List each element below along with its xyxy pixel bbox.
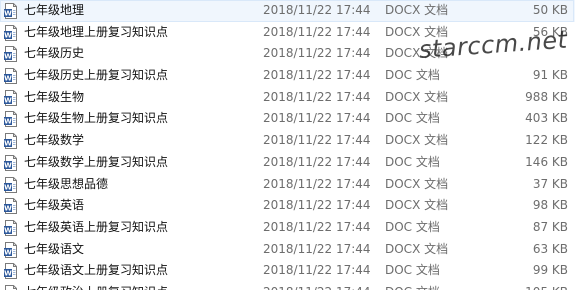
file-name: 七年级地理 [24,3,85,17]
svg-text:W: W [4,226,12,234]
file-size: 99 KB [532,263,568,278]
file-name: 七年级数学 [24,133,85,148]
word-document-icon: W [4,111,18,128]
file-row[interactable]: W 七年级地理 2018/11/22 17:44 DOCX 文档 50 KB [0,0,575,22]
file-name: 七年级语文 [24,241,85,256]
svg-text:W: W [4,118,12,126]
file-name: 七年级思想品德 [24,176,109,191]
word-document-icon: W [4,89,18,106]
file-name: 七年级生物 [24,89,85,104]
file-type: DOCX 文档 [385,46,449,61]
file-modified-date: 2018/11/22 17:44 [263,198,371,213]
svg-text:W: W [4,205,12,213]
svg-text:W: W [4,96,12,104]
file-type: DOCX 文档 [385,24,449,39]
file-type: DOCX 文档 [385,198,449,213]
file-modified-date: 2018/11/22 17:44 [263,46,371,61]
file-size: 122 KB [525,133,568,148]
file-type: DOC 文档 [385,111,440,126]
file-size: 98 KB [532,198,568,213]
file-name: 七年级英语 [24,198,85,213]
file-modified-date: 2018/11/22 17:44 [263,133,371,148]
file-type: DOC 文档 [385,219,440,234]
file-type: DOC 文档 [385,263,440,278]
file-modified-date: 2018/11/22 17:44 [263,89,371,104]
file-name: 七年级数学上册复习知识点 [24,154,169,169]
file-size [480,43,568,65]
file-name: 七年级语文上册复习知识点 [24,263,169,278]
file-type: DOCX 文档 [385,176,449,191]
file-modified-date: 2018/11/22 17:44 [263,263,371,278]
svg-text:W: W [4,248,12,256]
svg-text:W: W [4,31,12,39]
file-row[interactable]: W 七年级英语 2018/11/22 17:44 DOCX 文档 98 KB [0,195,575,217]
file-type: DOC 文档 [385,68,440,83]
svg-text:W: W [4,75,12,83]
file-modified-date: 2018/11/22 17:44 [263,111,371,126]
file-size: 63 KB [532,241,568,256]
file-size: 988 KB [525,89,568,104]
svg-text:W: W [4,53,12,61]
file-list: W 七年级地理 2018/11/22 17:44 DOCX 文档 50 KB W 七年级地理… [0,0,575,290]
file-modified-date: 2018/11/22 17:44 [263,219,371,234]
file-size: 403 KB [525,111,568,126]
file-row[interactable]: W 七年级地理上册复习知识点 2018/11/22 17:44 DOCX 文档 56 K… [0,22,575,44]
file-row[interactable]: W 七年级语文上册复习知识点 2018/11/22 17:44 DOC 文档 99 KB [0,260,575,282]
file-modified-date: 2018/11/22 17:44 [263,241,371,256]
file-row[interactable]: W 七年级数学 2018/11/22 17:44 DOCX 文档 122 KB [0,130,575,152]
file-row[interactable]: W 七年级英语上册复习知识点 2018/11/22 17:44 DOC 文档 87 KB [0,217,575,239]
file-size: 105 KB [480,282,568,290]
word-document-icon: W [4,241,18,258]
file-row[interactable]: W 七年级数学上册复习知识点 2018/11/22 17:44 DOC 文档 146 K… [0,152,575,174]
word-document-icon: W [4,24,18,41]
file-name: 七年级地理上册复习知识点 [24,24,169,39]
svg-text:W: W [4,10,12,18]
word-document-icon: W [4,3,18,19]
word-document-icon: W [4,176,18,193]
file-type: DOCX 文档 [385,3,449,17]
word-document-icon: W [4,154,18,171]
file-modified-date: 2018/11/22 17:44 [263,176,371,191]
file-modified-date: 2018/11/22 17:44 [263,154,371,169]
file-modified-date: 2018/11/22 17:44 [263,282,378,290]
file-modified-date: 2018/11/22 17:44 [263,24,371,39]
file-name: 七年级英语上册复习知识点 [24,219,169,234]
file-row[interactable]: W 七年级历史上册复习知识点 2018/11/22 17:44 DOC 文档 91 KB [0,65,575,87]
word-document-icon: W [4,263,18,280]
file-type: DOC 文档 [385,154,440,169]
file-modified-date: 2018/11/22 17:44 [263,68,371,83]
file-name: 七年级历史 [24,46,85,61]
file-size: 91 KB [532,68,568,83]
word-document-icon: W [4,68,18,85]
file-row[interactable]: W 七年级语文 2018/11/22 17:44 DOCX 文档 63 KB [0,239,575,261]
word-document-icon: W [4,133,18,150]
file-row[interactable]: W 七年级思想品德 2018/11/22 17:44 DOCX 文档 37 KB [0,174,575,196]
file-size: 87 KB [532,219,568,234]
file-type: DOCX 文档 [385,133,449,148]
file-modified-date: 2018/11/22 17:44 [263,3,371,17]
file-row[interactable]: W 七年级政治上册复习知识点 2018/11/22 17:44 DOC 文档 105 K… [0,282,575,290]
svg-text:W: W [4,161,12,169]
svg-text:W: W [4,183,12,191]
file-name: 七年级政治上册复习知识点 [24,282,234,290]
file-type: DOCX 文档 [385,89,449,104]
file-type: DOCX 文档 [385,241,449,256]
svg-text:W: W [4,140,12,148]
word-document-icon: W [4,46,18,63]
file-type: DOC 文档 [385,282,475,290]
word-document-icon: W [4,284,18,290]
word-document-icon: W [4,198,18,215]
file-size: 146 KB [525,154,568,169]
file-row[interactable]: W 七年级历史 2018/11/22 17:44 DOCX 文档 [0,43,575,65]
file-name: 七年级历史上册复习知识点 [24,68,169,83]
file-row[interactable]: W 七年级生物 2018/11/22 17:44 DOCX 文档 988 KB [0,87,575,109]
file-row[interactable]: W 七年级生物上册复习知识点 2018/11/22 17:44 DOC 文档 403 K… [0,108,575,130]
word-document-icon: W [4,219,18,236]
file-size: 37 KB [532,176,568,191]
file-size: 56 KB [532,24,568,39]
file-name: 七年级生物上册复习知识点 [24,111,169,126]
file-size: 50 KB [532,3,568,17]
svg-text:W: W [4,270,12,278]
